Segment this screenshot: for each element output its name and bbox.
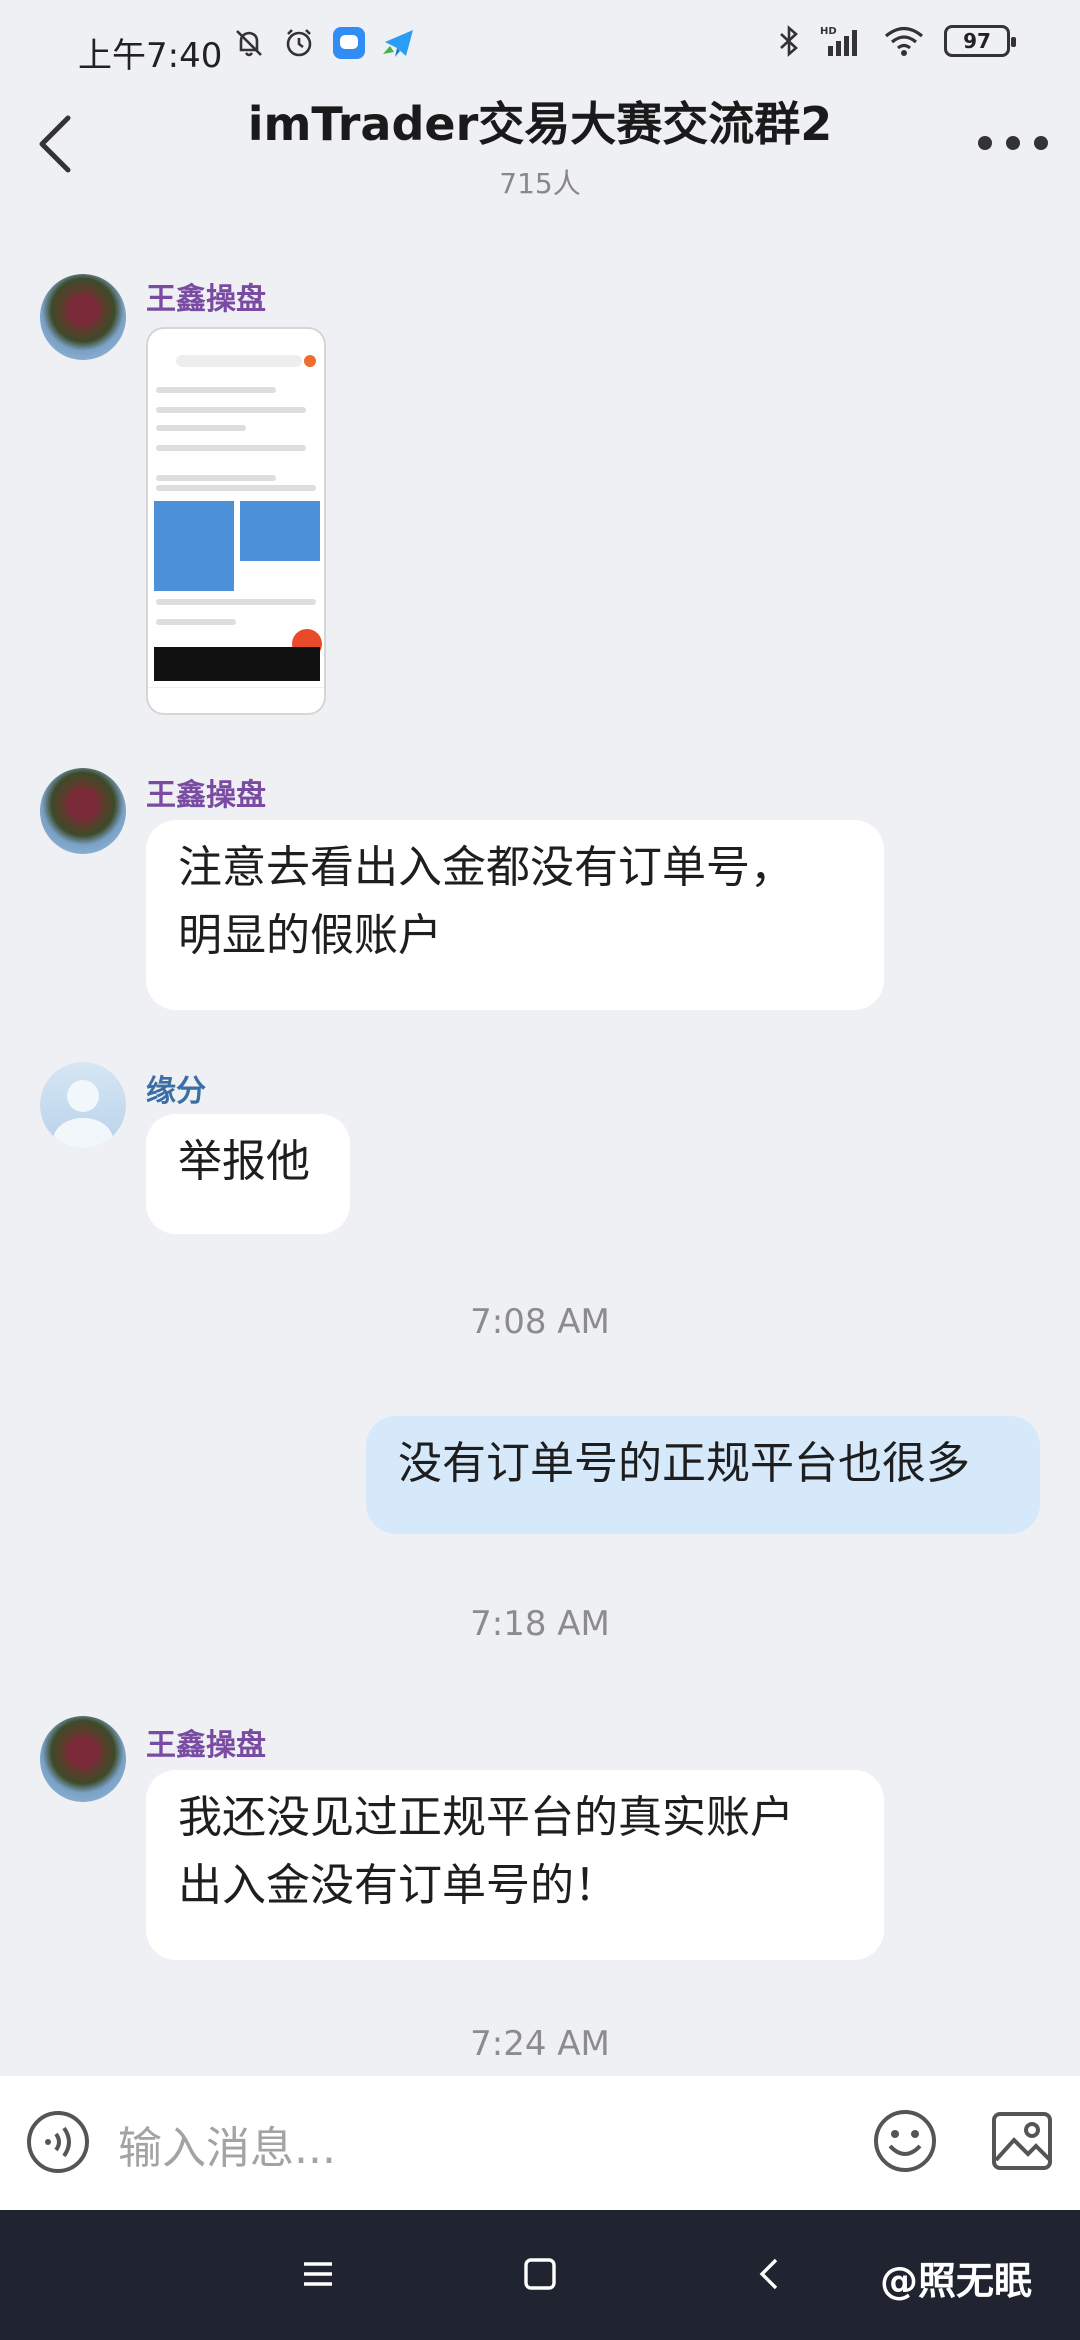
member-count: 715人	[499, 167, 581, 200]
message-bubble[interactable]: 我还没见过正规平台的真实账户 出入金没有订单号的！	[146, 1770, 884, 1960]
message-input-bar: 输入消息...	[0, 2076, 1080, 2210]
sender-name: 王鑫操盘	[146, 778, 266, 813]
alarm-icon	[286, 29, 312, 57]
svg-text:HD: HD	[820, 26, 837, 37]
sender-name: 缘分	[146, 1074, 206, 1109]
sender-name: 王鑫操盘	[146, 1728, 266, 1763]
watermark: @照无眠	[880, 2259, 1033, 2303]
telegram-icon	[383, 30, 413, 57]
mute-bell-icon	[236, 30, 262, 57]
default-avatar-icon	[53, 1080, 113, 1148]
voice-input-icon[interactable]	[26, 2110, 90, 2174]
avatar[interactable]	[40, 274, 126, 360]
chat-header: imTrader交易大赛交流群2 715人	[0, 86, 1080, 206]
app-icon-blue	[333, 27, 365, 59]
menu-icon[interactable]	[298, 2254, 338, 2294]
timestamp: 7:24 AM	[470, 2024, 610, 2064]
avatar[interactable]	[40, 768, 126, 854]
bluetooth-icon	[780, 25, 798, 57]
group-title: imTrader交易大赛交流群2	[247, 97, 833, 151]
message-bubble[interactable]: 注意去看出入金都没有订单号， 明显的假账户	[146, 820, 884, 1010]
message-input[interactable]: 输入消息...	[118, 2112, 336, 2176]
status-bar: 上午7:40 HD 97	[0, 0, 1080, 98]
status-time: 上午7:40	[78, 36, 223, 76]
hd-signal-icon: HD	[820, 26, 857, 56]
more-options-icon[interactable]	[978, 128, 1048, 158]
avatar[interactable]	[40, 1716, 126, 1802]
battery-icon: 97	[944, 25, 1016, 57]
timestamp: 7:08 AM	[470, 1302, 610, 1342]
emoji-icon[interactable]	[872, 2108, 938, 2174]
back-icon[interactable]	[750, 2254, 790, 2294]
shared-screenshot-image[interactable]	[146, 327, 326, 715]
avatar[interactable]	[40, 1062, 126, 1148]
timestamp: 7:18 AM	[470, 1604, 610, 1644]
wifi-icon	[884, 26, 924, 56]
message-bubble[interactable]: 举报他	[146, 1114, 350, 1234]
message-bubble-own[interactable]: 没有订单号的正规平台也很多	[366, 1416, 1040, 1534]
home-icon[interactable]	[520, 2254, 560, 2294]
image-picker-icon[interactable]	[990, 2108, 1056, 2174]
system-nav-bar: @照无眠	[0, 2210, 1080, 2340]
sender-name: 王鑫操盘	[146, 282, 266, 317]
